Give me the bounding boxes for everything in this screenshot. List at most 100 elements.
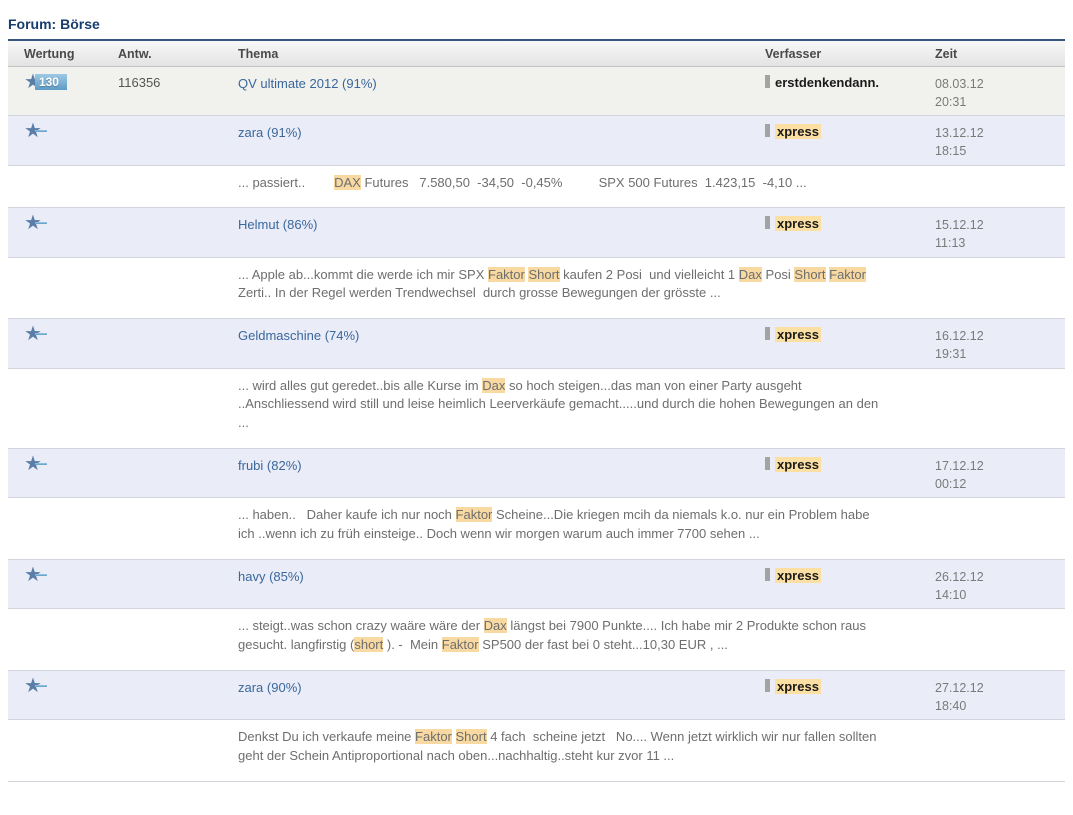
- thread-topic-row: ★ zara (91%) xpress 13.12.12 18:15: [8, 116, 1065, 166]
- post-time: 00:12: [935, 477, 967, 492]
- topic-cell: QV ultimate 2012 (91%): [238, 67, 765, 115]
- author-link[interactable]: xpress: [775, 124, 821, 140]
- highlighted-term: Dax: [738, 266, 762, 282]
- author-link[interactable]: xpress: [775, 568, 821, 583]
- author-link[interactable]: erstdenkendann.: [775, 75, 879, 90]
- snippet-fragment: Denkst Du ich verkaufe meine: [238, 729, 416, 745]
- answers-count: [118, 671, 238, 719]
- snippet-fragment: ... wird alles gut geredet..bis alle Kur…: [238, 377, 483, 393]
- datetime-cell: 26.12.12 14:10: [935, 560, 1065, 608]
- post-time: 11:13: [935, 236, 966, 251]
- topic-link[interactable]: Geldmaschine (74%): [238, 328, 359, 343]
- answers-count: 116356: [118, 75, 161, 90]
- rating-cell: ★ 130: [8, 67, 118, 115]
- highlighted-term: Faktor: [441, 637, 479, 653]
- author-bar-icon: [765, 678, 770, 692]
- highlighted-term: Faktor: [829, 266, 866, 282]
- thread-topic-row: ★ zara (90%) xpress 27.12.12 18:40: [8, 670, 1065, 721]
- rating-badge: [34, 463, 47, 466]
- post-date: 26.12.12: [935, 570, 984, 584]
- thread-snippet-row: Denkst Du ich verkaufe meine Faktor Shor…: [8, 720, 1065, 782]
- thread-topic-row: ★ havy (85%) xpress 26.12.12 14:10: [8, 560, 1065, 610]
- rating-badge: 130: [34, 74, 67, 90]
- highlighted-term: DAX: [334, 174, 361, 190]
- snippet-spacer: [8, 166, 238, 208]
- thread-snippet-row: ... Apple ab...kommt die werde ich mir S…: [8, 257, 1065, 320]
- snippet-text: ... wird alles gut geredet..bis alle Kur…: [238, 369, 940, 449]
- datetime-cell: 27.12.12 18:40: [935, 671, 1065, 719]
- table-header-row: Wertung Antw. Thema Verfasser Zeit: [8, 41, 1065, 67]
- column-header-zeit: Zeit: [935, 47, 958, 61]
- answers-count: [118, 560, 238, 608]
- thread-snippet-row: ... steigt..was schon crazy waäre wäre d…: [8, 609, 1065, 671]
- snippet-text: ... passiert.. DAX Futures 7.580,50 -34,…: [238, 166, 940, 208]
- topic-cell: frubi (82%): [238, 449, 765, 497]
- post-date: 13.12.12: [935, 126, 984, 141]
- snippet-spacer: [8, 720, 238, 781]
- datetime-cell: 17.12.12 00:12: [935, 449, 1065, 497]
- author-cell: xpress: [765, 560, 935, 608]
- post-date: 08.03.12: [935, 77, 984, 91]
- datetime-cell: 08.03.12 20:31: [935, 67, 1065, 115]
- snippet-spacer: [8, 369, 238, 449]
- answers-count: [118, 319, 238, 367]
- snippet-spacer: [8, 498, 238, 559]
- column-header-antw: Antw.: [118, 47, 152, 61]
- snippet-fragment: kaufen 2 Posi und vielleicht 1: [559, 266, 739, 282]
- author-cell: erstdenkendann.: [765, 67, 935, 115]
- rating-widget[interactable]: ★: [24, 565, 118, 585]
- topic-cell: zara (90%): [238, 671, 765, 719]
- forum-page: Forum: Börse Wertung Antw. Thema Verfass…: [0, 0, 1073, 782]
- thread-topic-row: ★ Geldmaschine (74%) xpress 16.12.12 19:…: [8, 319, 1065, 369]
- rating-cell: ★: [8, 560, 118, 608]
- topic-cell: Geldmaschine (74%): [238, 319, 765, 367]
- snippet-fragment: Posi: [761, 266, 795, 282]
- rating-widget[interactable]: ★: [24, 324, 118, 344]
- rating-badge: [34, 574, 47, 576]
- rating-widget[interactable]: ★: [24, 454, 118, 474]
- highlighted-term: Short: [528, 266, 560, 282]
- column-header-verfasser: Verfasser: [765, 47, 822, 61]
- topic-link[interactable]: Helmut (86%): [238, 217, 317, 232]
- rating-widget[interactable]: ★ 130: [24, 72, 118, 92]
- rating-cell: ★: [8, 671, 118, 719]
- highlighted-term: Dax: [483, 618, 507, 634]
- topic-link[interactable]: zara (91%): [238, 125, 302, 140]
- topic-cell: Helmut (86%): [238, 208, 765, 256]
- rating-cell: ★: [8, 208, 118, 256]
- author-cell: xpress: [765, 116, 935, 164]
- thread-snippet-row: ... passiert.. DAX Futures 7.580,50 -34,…: [8, 165, 1065, 209]
- topic-link[interactable]: havy (85%): [238, 569, 304, 584]
- rating-badge: [34, 130, 47, 133]
- highlighted-term: Dax: [482, 377, 506, 393]
- rating-widget[interactable]: ★: [24, 213, 118, 233]
- topic-link[interactable]: frubi (82%): [238, 458, 302, 473]
- topic-link[interactable]: QV ultimate 2012 (91%): [238, 76, 377, 91]
- answers-count: [118, 449, 238, 497]
- post-time: 18:15: [935, 144, 967, 159]
- column-header-wertung: Wertung: [24, 47, 75, 61]
- author-link[interactable]: xpress: [775, 327, 821, 343]
- snippet-text: ... Apple ab...kommt die werde ich mir S…: [238, 258, 940, 319]
- author-bar-icon: [765, 457, 770, 471]
- snippet-fragment: ... passiert..: [238, 174, 335, 190]
- thread-rows: ★ 130 116356 QV ultimate 2012 (91%) erst…: [8, 67, 1065, 782]
- rating-badge: [34, 684, 47, 687]
- snippet-spacer: [8, 258, 238, 319]
- author-link[interactable]: xpress: [775, 678, 821, 694]
- author-bar-icon: [765, 75, 770, 88]
- rating-cell: ★: [8, 116, 118, 164]
- snippet-fragment: Futures 7.580,50 -34,50 -0,45% SPX 500 F…: [360, 174, 807, 190]
- author-bar-icon: [765, 568, 770, 581]
- author-link[interactable]: xpress: [775, 216, 821, 232]
- datetime-cell: 15.12.12 11:13: [935, 208, 1065, 256]
- rating-badge: [34, 222, 47, 225]
- rating-widget[interactable]: ★: [24, 121, 118, 141]
- snippet-spacer: [8, 609, 238, 670]
- rating-widget[interactable]: ★: [24, 676, 118, 696]
- author-link[interactable]: xpress: [775, 457, 821, 473]
- post-date: 16.12.12: [935, 329, 984, 344]
- topic-link[interactable]: zara (90%): [238, 680, 302, 695]
- author-cell: xpress: [765, 319, 935, 367]
- thread-topic-row: ★ frubi (82%) xpress 17.12.12 00:12: [8, 449, 1065, 499]
